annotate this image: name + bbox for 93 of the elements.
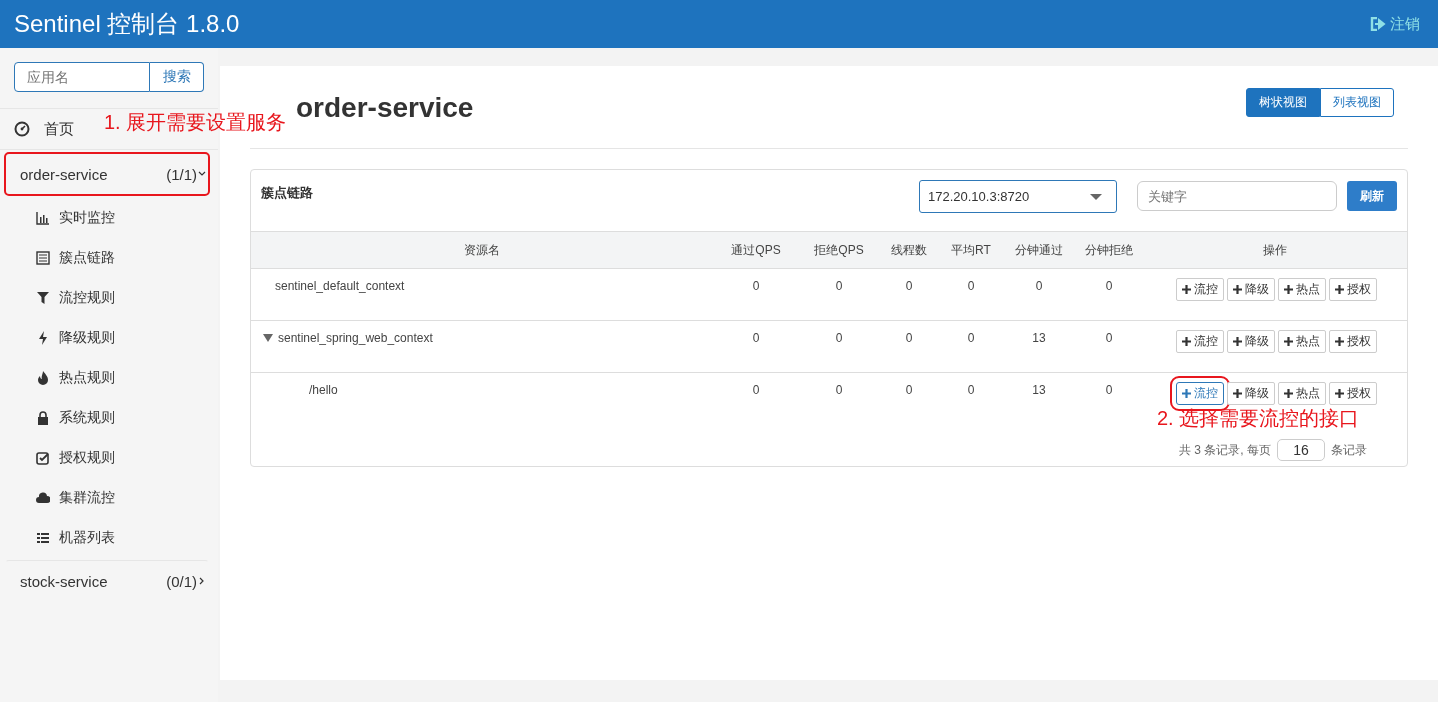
caret-icon: [1090, 193, 1102, 200]
add-rule-button[interactable]: 授权: [1329, 330, 1377, 353]
table-cell: 0: [1105, 331, 1113, 345]
table-cell: 0: [905, 279, 913, 293]
chevron-icon: [198, 171, 206, 177]
logout-icon: [1370, 17, 1386, 31]
app-search-field[interactable]: 应用名: [14, 62, 150, 92]
plus-icon: [1284, 285, 1293, 294]
menu-item[interactable]: 簇点链路: [0, 238, 218, 278]
app-title: Sentinel 控制台 1.8.0: [14, 9, 240, 39]
cloud-icon: [36, 491, 50, 505]
plus-icon: [1233, 285, 1242, 294]
pagination-text: 共 3 条记录, 每页: [1179, 441, 1271, 459]
home-menu-item[interactable]: 首页: [0, 109, 84, 149]
plus-icon: [1284, 389, 1293, 398]
table-cell: 0: [752, 331, 760, 345]
page-size-field[interactable]: 16: [1277, 439, 1325, 461]
plus-icon: [1182, 285, 1191, 294]
table-cell: 0: [905, 331, 913, 345]
app-menu-item[interactable]: order-service (1/1): [4, 152, 210, 196]
menu-item[interactable]: 降级规则: [0, 318, 218, 358]
resource-name: /hello: [309, 383, 338, 397]
table-cell: 0: [835, 331, 843, 345]
filter-icon: [36, 291, 50, 305]
menu-item[interactable]: 实时监控: [0, 198, 218, 238]
annotation-text: 1. 展开需要设置服务: [104, 110, 287, 134]
menu-item[interactable]: 系统规则: [0, 398, 218, 438]
card-title: 簇点链路: [261, 184, 314, 202]
keyword-field[interactable]: 关键字: [1137, 181, 1337, 211]
triangle-down-icon[interactable]: [263, 334, 273, 342]
table-cell: 0: [905, 383, 913, 397]
menu-item[interactable]: 热点规则: [0, 358, 218, 398]
table-cell: 0: [752, 279, 760, 293]
table-cell: 0: [1035, 279, 1043, 293]
menu-item[interactable]: 集群流控: [0, 478, 218, 518]
column-header: 分钟通过: [1015, 242, 1063, 257]
add-rule-button[interactable]: 热点: [1278, 330, 1326, 353]
add-rule-button[interactable]: 授权: [1329, 278, 1377, 301]
bar-chart-icon: [36, 211, 50, 225]
menu-item[interactable]: 机器列表: [0, 518, 218, 558]
chevron-icon: [199, 577, 205, 585]
column-header: 分钟拒绝: [1085, 242, 1133, 257]
list-icon: [36, 531, 50, 545]
table-cell: 0: [835, 383, 843, 397]
table-cell: 0: [967, 331, 975, 345]
plus-icon: [1233, 389, 1242, 398]
table-cell: 0: [1105, 279, 1113, 293]
page-title: order-service: [296, 92, 474, 124]
add-rule-button[interactable]: 降级: [1227, 278, 1275, 301]
plus-icon: [1335, 337, 1344, 346]
bolt-icon: [36, 331, 50, 345]
search-button[interactable]: 搜索: [150, 62, 204, 92]
add-rule-button[interactable]: 降级: [1227, 382, 1275, 405]
menu-item[interactable]: 授权规则: [0, 438, 218, 478]
resource-name: sentinel_default_context: [275, 279, 405, 293]
add-rule-button[interactable]: 流控: [1176, 278, 1224, 301]
flame-icon: [36, 371, 50, 385]
table-cell: 0: [967, 279, 975, 293]
column-header: 拒绝QPS: [814, 242, 864, 257]
add-rule-button[interactable]: 热点: [1278, 278, 1326, 301]
refresh-button[interactable]: 刷新: [1347, 181, 1397, 211]
app-menu-item[interactable]: stock-service (0/1): [4, 560, 210, 603]
column-header: 通过QPS: [731, 242, 781, 257]
column-header: 线程数: [891, 242, 927, 257]
view-tab[interactable]: 树状视图: [1246, 88, 1320, 117]
table-cell: 0: [1105, 383, 1113, 397]
lock-icon: [36, 411, 50, 425]
pagination-text: 条记录: [1331, 441, 1367, 459]
table-icon: [36, 251, 50, 265]
table-cell: 0: [752, 383, 760, 397]
gauge-icon: [14, 121, 30, 137]
machine-select[interactable]: 172.20.10.3:8720: [919, 180, 1117, 213]
table-cell: 13: [1032, 331, 1046, 345]
add-rule-button[interactable]: 流控: [1176, 330, 1224, 353]
column-header: 操作: [1263, 242, 1287, 257]
menu-item[interactable]: 流控规则: [0, 278, 218, 318]
plus-icon: [1335, 389, 1344, 398]
check-square-icon: [36, 451, 50, 465]
column-header: 平均RT: [951, 242, 991, 257]
column-header: 资源名: [464, 242, 500, 257]
plus-icon: [1284, 337, 1293, 346]
plus-icon: [1182, 337, 1191, 346]
add-rule-button[interactable]: 降级: [1227, 330, 1275, 353]
table-cell: 0: [967, 383, 975, 397]
view-tab[interactable]: 列表视图: [1320, 88, 1394, 117]
table-cell: 0: [835, 279, 843, 293]
plus-icon: [1182, 389, 1191, 398]
resource-name: sentinel_spring_web_context: [278, 331, 433, 345]
plus-icon: [1335, 285, 1344, 294]
add-rule-button[interactable]: 热点: [1278, 382, 1326, 405]
plus-icon: [1233, 337, 1242, 346]
add-rule-button[interactable]: 授权: [1329, 382, 1377, 405]
table-cell: 13: [1032, 383, 1046, 397]
